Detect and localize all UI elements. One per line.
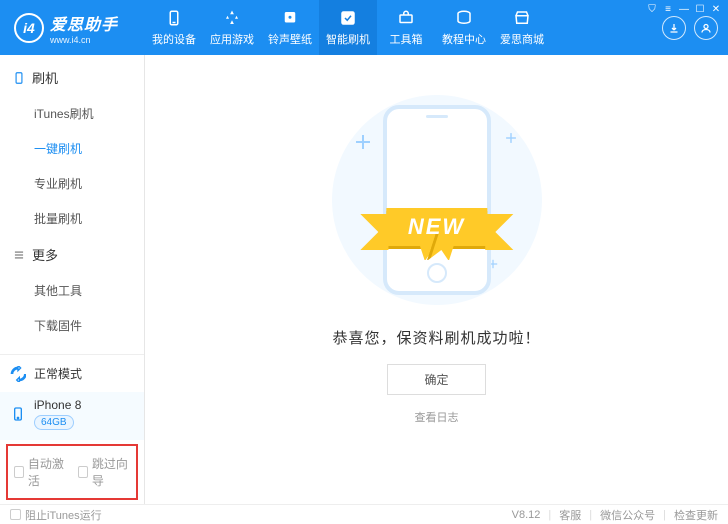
toolbox-icon: [397, 9, 415, 27]
view-log-link[interactable]: 查看日志: [415, 409, 459, 425]
nav-toolbox[interactable]: 工具箱: [377, 0, 435, 55]
store-icon: [513, 9, 531, 27]
service-link[interactable]: 客服: [559, 507, 581, 523]
sidebar-item-download-firmware[interactable]: 下载固件: [0, 308, 144, 343]
user-button[interactable]: [694, 16, 718, 40]
main-nav: 我的设备 应用游戏 铃声壁纸 智能刷机 工具箱 教程中心 爱思商城: [145, 0, 551, 55]
app-name: 爱思助手: [50, 11, 118, 35]
check-update-link[interactable]: 检查更新: [674, 507, 718, 523]
cart-icon[interactable]: ⛉: [646, 3, 658, 15]
device-name: iPhone 8: [34, 398, 81, 412]
minimize-button[interactable]: —: [678, 3, 690, 15]
menu-icon[interactable]: ≡: [662, 3, 674, 15]
new-ribbon: NEW: [386, 208, 487, 246]
download-button[interactable]: [662, 16, 686, 40]
auto-activate-checkbox[interactable]: 自动激活: [14, 455, 66, 489]
statusbar: 阻止iTunes运行 V8.12| 客服| 微信公众号| 检查更新: [0, 504, 728, 524]
circle-arrows-icon: [10, 366, 26, 382]
version-label: V8.12: [512, 509, 541, 521]
phone-outline-icon: [12, 71, 26, 85]
sidebar-item-batch-flash[interactable]: 批量刷机: [0, 201, 144, 236]
flash-options-highlight: 自动激活 跳过向导: [6, 444, 138, 500]
skip-guide-checkbox[interactable]: 跳过向导: [78, 455, 130, 489]
sidebar: 刷机 iTunes刷机 一键刷机 专业刷机 批量刷机 更多 其他工具 下载固件 …: [0, 55, 145, 504]
main-content: NEW 恭喜您，保资料刷机成功啦！ 确定 查看日志: [145, 55, 728, 504]
sidebar-item-onekey-flash[interactable]: 一键刷机: [0, 131, 144, 166]
device-mode-label: 正常模式: [34, 365, 82, 382]
ringtone-icon: [281, 9, 299, 27]
nav-store[interactable]: 爱思商城: [493, 0, 551, 55]
apps-icon: [223, 9, 241, 27]
wechat-link[interactable]: 微信公众号: [600, 507, 655, 523]
device-mode[interactable]: 正常模式: [0, 354, 144, 392]
success-message: 恭喜您，保资料刷机成功啦！: [332, 327, 540, 348]
more-icon: [12, 248, 26, 262]
titlebar: i4 爱思助手 www.i4.cn 我的设备 应用游戏 铃声壁纸 智能刷机 工具…: [0, 0, 728, 55]
app-url: www.i4.cn: [50, 35, 118, 45]
sidebar-item-other-tools[interactable]: 其他工具: [0, 273, 144, 308]
nav-apps-games[interactable]: 应用游戏: [203, 0, 261, 55]
ok-button[interactable]: 确定: [387, 364, 485, 395]
nav-tutorials[interactable]: 教程中心: [435, 0, 493, 55]
close-button[interactable]: ✕: [710, 3, 722, 15]
phone-illustration: [383, 105, 491, 295]
nav-ringtone-wallpaper[interactable]: 铃声壁纸: [261, 0, 319, 55]
sidebar-item-pro-flash[interactable]: 专业刷机: [0, 166, 144, 201]
phone-icon: [10, 406, 26, 422]
flash-icon: [339, 9, 357, 27]
storage-badge: 64GB: [34, 415, 74, 430]
device-info[interactable]: iPhone 8 64GB: [0, 392, 144, 440]
sidebar-group-flash[interactable]: 刷机: [0, 59, 144, 96]
sparkle-icon: [356, 135, 370, 149]
help-icon: [455, 9, 473, 27]
nav-my-device[interactable]: 我的设备: [145, 0, 203, 55]
block-itunes-checkbox[interactable]: 阻止iTunes运行: [10, 507, 102, 523]
sparkle-icon: [506, 133, 516, 143]
device-icon: [165, 9, 183, 27]
sidebar-group-more[interactable]: 更多: [0, 236, 144, 273]
maximize-button[interactable]: ☐: [694, 3, 706, 15]
nav-smart-flash[interactable]: 智能刷机: [319, 0, 377, 55]
sidebar-item-advanced[interactable]: 高级功能: [0, 343, 144, 354]
app-logo: i4 爱思助手 www.i4.cn: [0, 11, 145, 45]
sidebar-item-itunes-flash[interactable]: iTunes刷机: [0, 96, 144, 131]
window-controls: ⛉ ≡ — ☐ ✕: [646, 3, 722, 15]
success-illustration: NEW: [332, 95, 542, 305]
logo-icon: i4: [14, 13, 44, 43]
